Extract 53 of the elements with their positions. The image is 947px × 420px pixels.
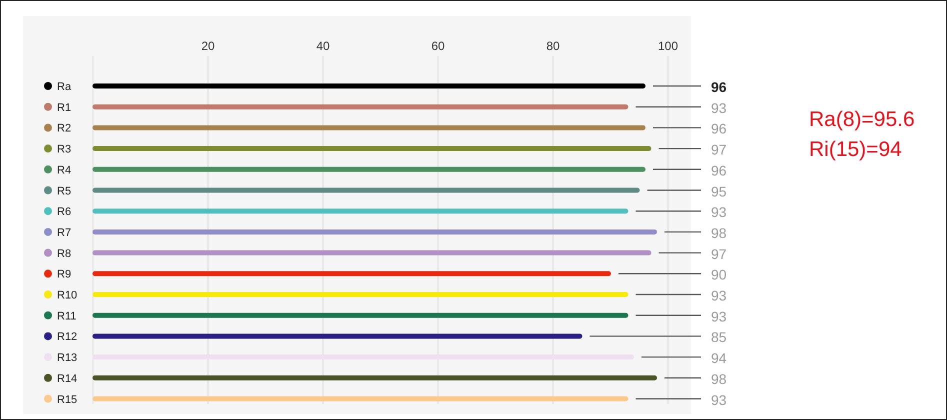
leader-line <box>653 85 701 87</box>
leader-line <box>664 377 701 378</box>
axis-tick-label: 40 <box>316 39 330 53</box>
category-label: R3 <box>57 144 72 156</box>
category-label: R7 <box>57 226 72 239</box>
value-label: 93 <box>711 204 727 220</box>
category-label: R11 <box>57 310 76 322</box>
summary-text: Ri(15)=94 <box>809 137 903 163</box>
category-label: R15 <box>57 394 78 406</box>
category-label: R14 <box>57 372 78 385</box>
value-label: 93 <box>711 100 727 116</box>
value-label: 97 <box>711 142 727 158</box>
category-label: R2 <box>57 122 72 135</box>
axis-tick-label: 80 <box>546 39 560 53</box>
value-label: 90 <box>711 266 727 283</box>
axis-tick-label: 60 <box>431 39 445 53</box>
leader-line <box>636 294 701 296</box>
value-label: 95 <box>711 183 727 200</box>
category-label: R12 <box>57 331 78 344</box>
value-label: 94 <box>711 350 727 366</box>
value-label: 96 <box>711 120 727 137</box>
category-label: Ra <box>57 81 72 93</box>
value-label: 96 <box>711 79 727 95</box>
leader-line <box>636 210 701 212</box>
leader-line <box>636 106 701 108</box>
leader-line <box>664 231 701 233</box>
category-label: R13 <box>57 352 78 364</box>
category-label: R1 <box>57 102 72 114</box>
category-label: R6 <box>57 206 72 218</box>
value-label: 97 <box>711 246 727 262</box>
category-label: R5 <box>57 185 72 198</box>
value-label: 98 <box>711 224 727 241</box>
axis-tick-label: 100 <box>658 39 678 53</box>
leader-line <box>658 148 701 150</box>
value-label: 93 <box>711 308 727 324</box>
category-label: R9 <box>57 268 72 281</box>
leader-line <box>653 127 701 128</box>
category-label: R4 <box>57 164 72 176</box>
value-label: 93 <box>711 392 727 408</box>
leader-line <box>642 356 701 358</box>
value-label: 98 <box>711 370 727 387</box>
axis-tick-label: 20 <box>201 39 215 53</box>
value-label: 93 <box>711 288 727 304</box>
category-label: R8 <box>57 248 72 260</box>
value-label: 85 <box>711 329 727 346</box>
leader-line <box>658 252 701 254</box>
leader-line <box>636 314 701 316</box>
leader-line <box>636 398 701 400</box>
leader-line <box>653 168 701 170</box>
summary-text: Ra(8)=95.6 <box>809 107 915 133</box>
category-label: R10 <box>57 290 78 302</box>
value-label: 96 <box>711 162 727 178</box>
leader-line <box>647 190 701 191</box>
